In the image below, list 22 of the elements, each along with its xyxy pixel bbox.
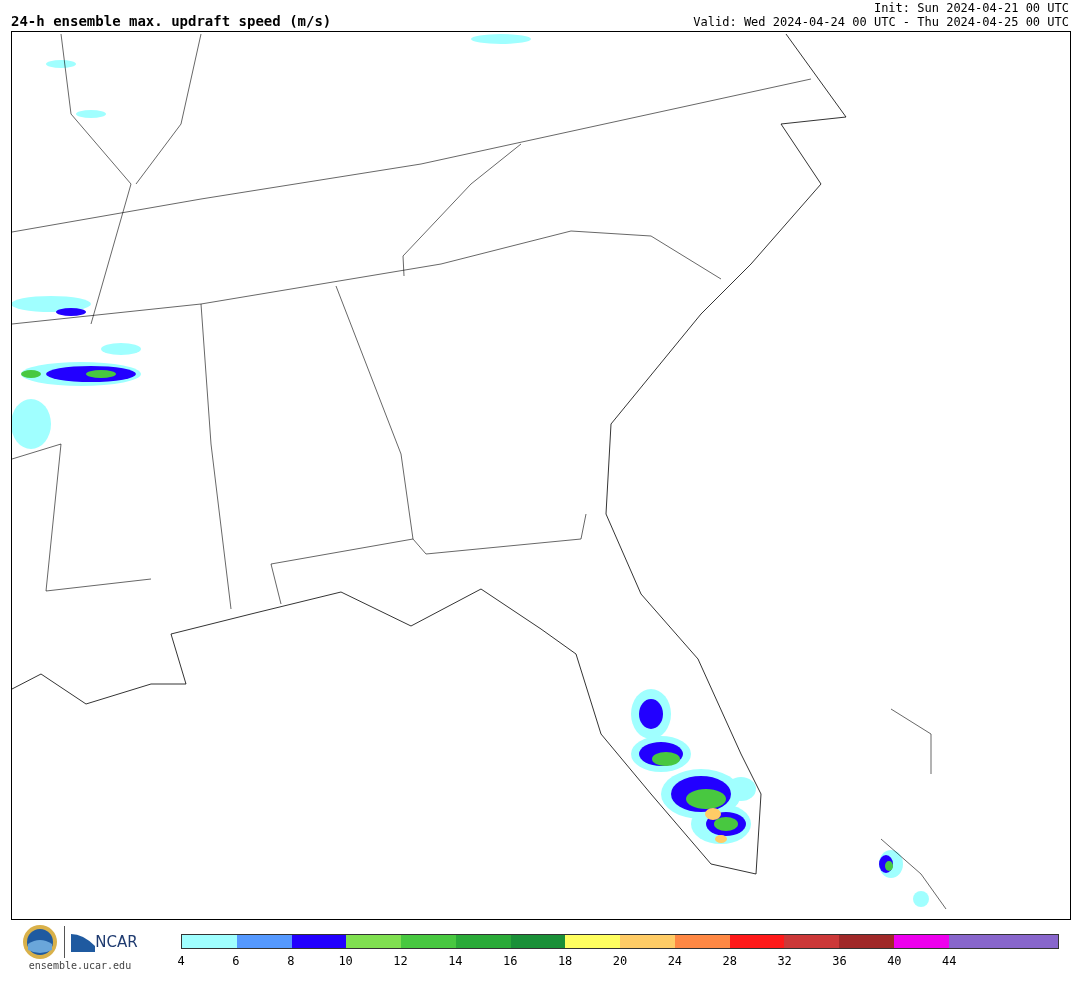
tick-label: 10 (338, 954, 353, 968)
tick-label: 18 (557, 954, 573, 968)
tick-label: 6 (232, 954, 240, 968)
tick-label: 16 (503, 954, 518, 968)
chart-title: 24-h ensemble max. updraft speed (m/s) (11, 13, 332, 29)
logo-text: NCAR (95, 933, 138, 951)
tick-label: 12 (393, 954, 408, 968)
wave-logo-icon (71, 932, 96, 952)
tick-label: 28 (722, 954, 737, 968)
tick-label: 36 (832, 954, 847, 968)
valid-time: Valid: Wed 2024-04-24 00 UTC - Thu 2024-04-25 00 UTC (693, 15, 1069, 29)
seal-logo-icon (22, 924, 59, 960)
tick-label: 40 (887, 954, 902, 968)
tick-label: 32 (777, 954, 792, 968)
tick-label: 4 (177, 954, 185, 968)
site-url: ensemble.ucar.edu (28, 960, 132, 971)
tick-label: 8 (287, 954, 295, 968)
tick-label: 14 (448, 954, 463, 968)
tick-label: 20 (612, 954, 628, 968)
tick-label: 24 (667, 954, 683, 968)
init-time: Init: Sun 2024-04-21 00 UTC (873, 1, 1069, 15)
tick-label: 44 (942, 954, 957, 968)
